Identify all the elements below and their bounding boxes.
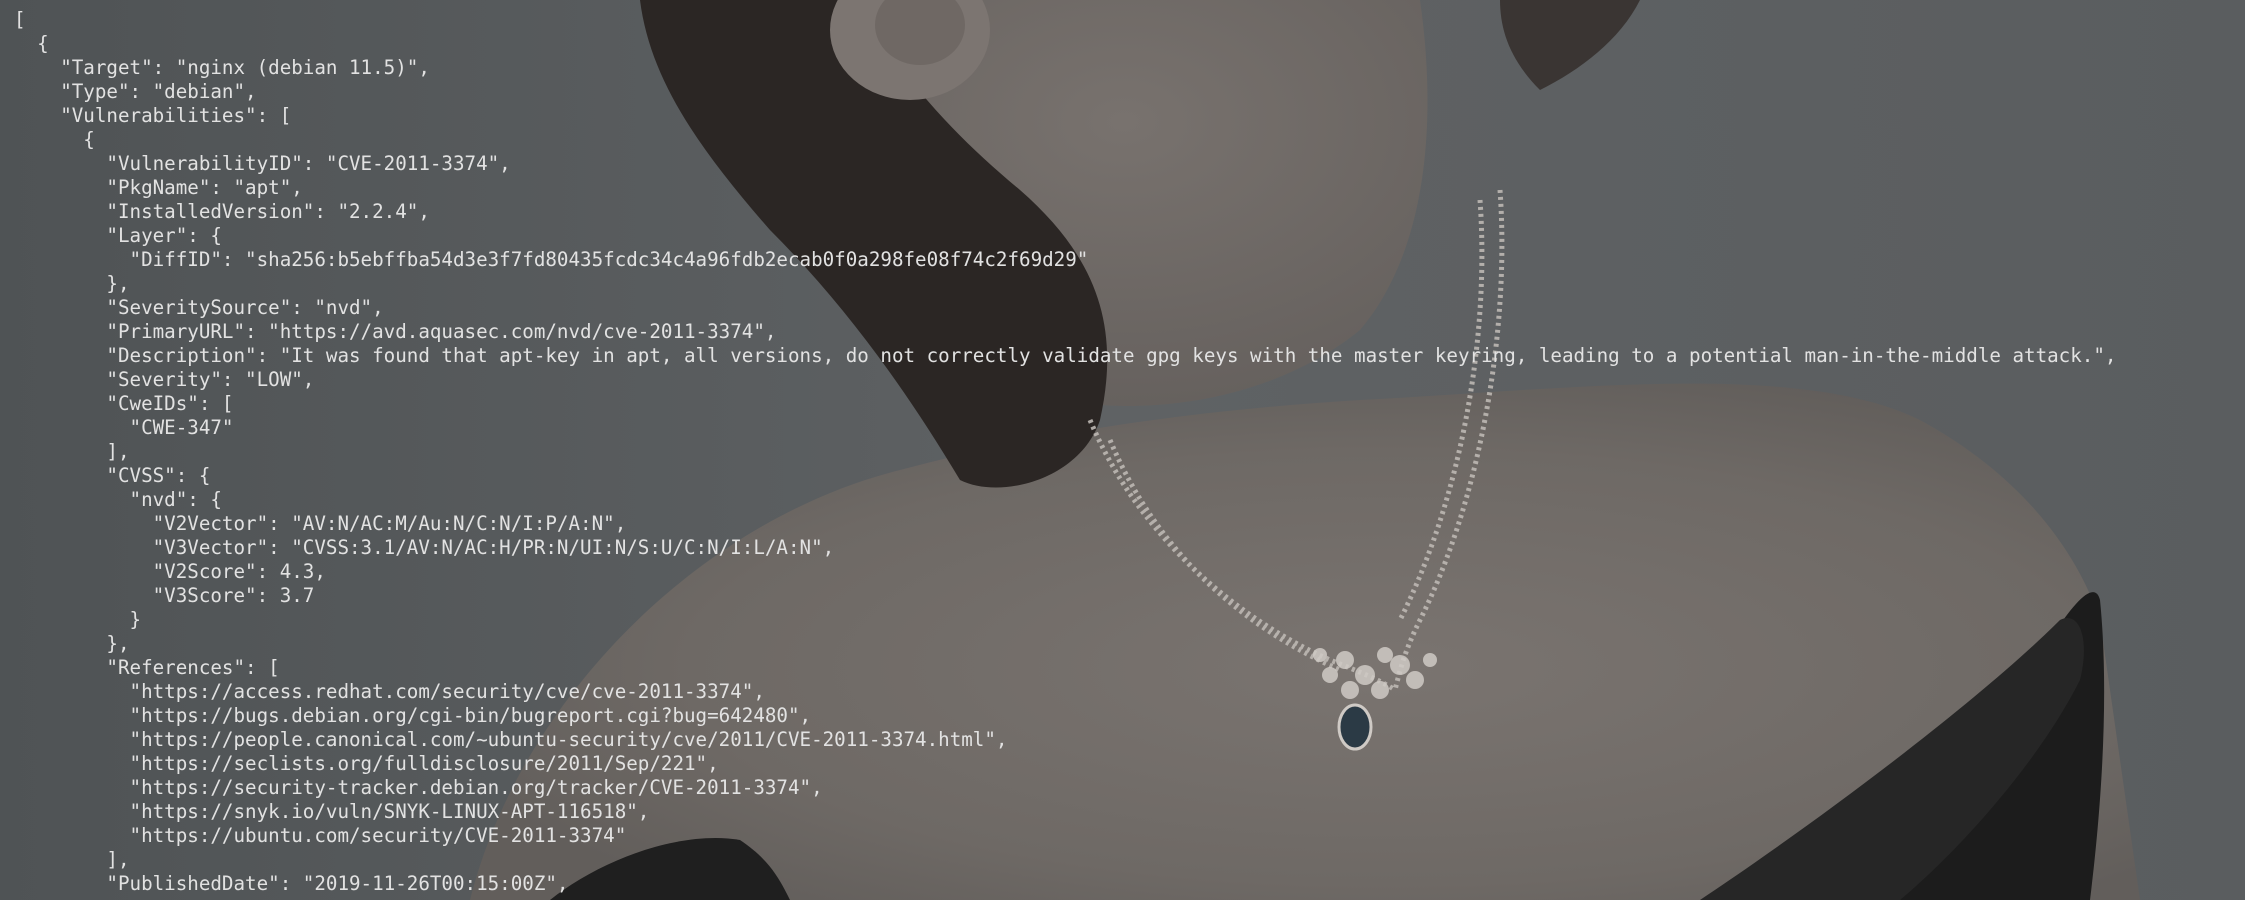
json-line: "CWE-347" [14,416,234,439]
json-line: "PkgName": "apt", [14,176,303,199]
json-line: "nvd": { [14,488,222,511]
json-line: "Type": "debian", [14,80,257,103]
json-line: }, [14,272,130,295]
json-line: "Target": "nginx (debian 11.5)", [14,56,430,79]
json-line: "Vulnerabilities": [ [14,104,292,127]
json-line: "CweIDs": [ [14,392,234,415]
json-line: "Severity": "LOW", [14,368,315,391]
json-line: "References": [ [14,656,280,679]
json-line: "Layer": { [14,224,222,247]
json-line: "https://people.canonical.com/~ubuntu-se… [14,728,1008,751]
json-line: "https://seclists.org/fulldisclosure/201… [14,752,719,775]
json-line: { [14,32,49,55]
json-line: ], [14,848,130,871]
terminal-output: [ { "Target": "nginx (debian 11.5)", "Ty… [14,8,2245,900]
json-line: "V2Score": 4.3, [14,560,326,583]
json-line: "InstalledVersion": "2.2.4", [14,200,430,223]
json-line: "https://access.redhat.com/security/cve/… [14,680,765,703]
json-line: "https://security-tracker.debian.org/tra… [14,776,823,799]
json-line: } [14,608,142,631]
json-line: "V3Vector": "CVSS:3.1/AV:N/AC:H/PR:N/UI:… [14,536,835,559]
json-line: "V3Score": 3.7 [14,584,315,607]
json-line: "VulnerabilityID": "CVE-2011-3374", [14,152,511,175]
json-line: "V2Vector": "AV:N/AC:M/Au:N/C:N/I:P/A:N"… [14,512,627,535]
json-line: "CVSS": { [14,464,211,487]
json-line: "SeveritySource": "nvd", [14,296,384,319]
json-line: "https://bugs.debian.org/cgi-bin/bugrepo… [14,704,812,727]
json-line: "Description": "It was found that apt-ke… [14,344,2117,367]
json-line: "https://snyk.io/vuln/SNYK-LINUX-APT-116… [14,800,650,823]
json-line: "DiffID": "sha256:b5ebffba54d3e3f7fd8043… [14,248,1089,271]
json-line: "https://ubuntu.com/security/CVE-2011-33… [14,824,627,847]
json-line: ], [14,440,130,463]
json-line: "PrimaryURL": "https://avd.aquasec.com/n… [14,320,777,343]
json-line: { [14,128,95,151]
json-line: }, [14,632,130,655]
json-line: "PublishedDate": "2019-11-26T00:15:00Z", [14,872,569,895]
json-line: [ [14,8,26,31]
